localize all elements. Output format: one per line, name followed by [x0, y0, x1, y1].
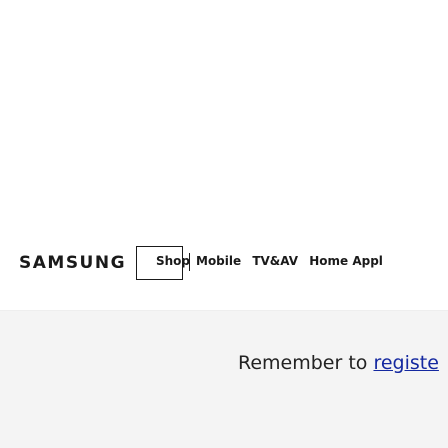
- nav-item-home-appliances[interactable]: Home Appl: [309, 254, 383, 268]
- nav-item-mobile[interactable]: Mobile: [196, 254, 241, 268]
- register-notice-text: Remember to registe: [238, 352, 439, 374]
- samsung-logo[interactable]: SAMSUNG: [19, 253, 126, 273]
- page: SAMSUNG Shop Mobile TV&AV Home Appl Reme…: [0, 0, 448, 448]
- shop-button[interactable]: Shop: [156, 254, 190, 268]
- register-link[interactable]: registe: [373, 352, 438, 374]
- main-nav: Mobile TV&AV Home Appl: [196, 254, 390, 268]
- nav-item-tv-av[interactable]: TV&AV: [252, 254, 298, 268]
- register-notice-prefix: Remember to: [238, 352, 374, 374]
- site-header: SAMSUNG Shop Mobile TV&AV Home Appl: [0, 246, 448, 311]
- nav-divider: [189, 253, 190, 271]
- register-notice-banner: Remember to registe: [0, 311, 448, 448]
